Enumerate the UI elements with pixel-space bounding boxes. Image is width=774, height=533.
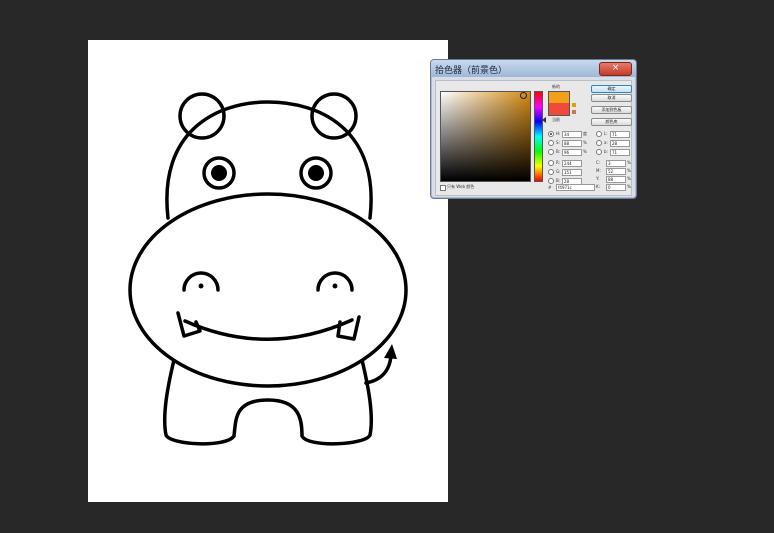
blue-radio[interactable] [548,178,554,184]
ok-button[interactable]: 确定 [591,85,632,93]
red-radio[interactable] [548,160,554,166]
new-color-label: 新的 [552,84,560,89]
current-color-label: 当前 [552,117,560,122]
dialog-title: 拾色器（前景色） [435,66,508,76]
saturation-field[interactable]: 88 [562,140,582,147]
yellow-field[interactable]: 88 [606,176,626,183]
left-ear [178,92,226,140]
lab-a-radio[interactable] [596,140,602,146]
green-radio[interactable] [548,169,554,175]
muzzle [128,192,408,388]
canvas-document[interactable] [88,40,448,502]
right-ear [310,92,358,140]
tail [364,353,393,385]
brightness-field[interactable]: 96 [562,149,582,156]
web-safe-warning-icon[interactable] [572,110,576,114]
hue-radio[interactable] [548,131,554,137]
close-button[interactable]: × [599,62,632,76]
dialog-body: 新的 当前 确定 取消 添加到色板 颜色库 H: 34 度 S: 88 % B:… [435,80,632,196]
web-colors-only-checkbox[interactable] [440,185,446,191]
lab-b-radio[interactable] [596,149,602,155]
brightness-radio[interactable] [548,149,554,155]
lab-l-radio[interactable] [596,131,602,137]
hue-slider[interactable] [534,91,543,182]
black-field[interactable]: 0 [606,184,626,191]
hex-label: # [548,185,552,190]
color-selection-marker[interactable] [520,92,527,99]
current-color-swatch[interactable] [548,103,570,116]
magenta-field[interactable]: 52 [606,168,626,175]
tail-tip [384,344,397,359]
hippo-drawing [128,92,408,446]
dialog-titlebar[interactable]: 拾色器（前景色） × [431,60,636,77]
hex-field[interactable]: f4971c [556,184,595,191]
lab-a-field[interactable]: 28 [610,140,630,147]
out-of-gamut-warning-icon[interactable] [572,103,576,107]
red-field[interactable]: 244 [562,160,582,167]
cancel-button[interactable]: 取消 [591,94,632,102]
saturation-radio[interactable] [548,140,554,146]
lab-b-field[interactable]: 71 [610,149,630,156]
close-icon: × [611,63,620,73]
hue-field[interactable]: 34 [562,131,582,138]
color-libraries-button[interactable]: 颜色库 [591,118,632,126]
saturation-brightness-field[interactable] [440,91,531,182]
cyan-field[interactable]: 3 [606,160,626,167]
green-field[interactable]: 151 [562,169,582,176]
hue-slider-handle-icon[interactable] [542,117,546,123]
lab-l-field[interactable]: 71 [610,131,630,138]
color-picker-dialog: 拾色器（前景色） × 新的 当前 确定 取消 添加到色板 颜色库 H: 34 度… [430,59,637,199]
web-colors-only-label: 只有 Web 颜色 [447,184,475,189]
add-to-swatches-button[interactable]: 添加到色板 [591,106,632,114]
